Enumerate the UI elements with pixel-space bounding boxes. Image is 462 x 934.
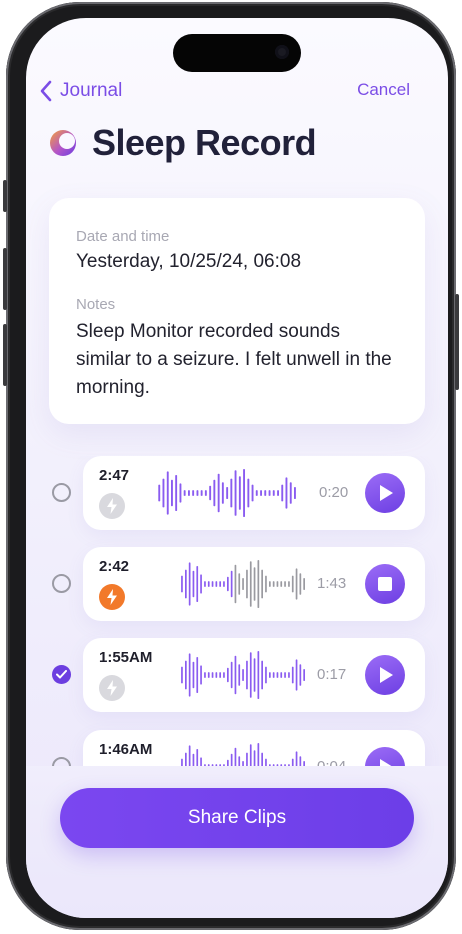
- clip-time: 2:42: [99, 558, 130, 575]
- stop-icon: [378, 577, 392, 591]
- lightning-icon: [99, 584, 125, 610]
- clip-time: 2:47: [99, 467, 130, 484]
- clip-duration: 0:04: [317, 758, 346, 766]
- clip-duration: 1:43: [317, 575, 347, 592]
- clip-duration: 0:17: [317, 666, 347, 683]
- lightning-icon: [99, 675, 125, 701]
- clip-select-radio[interactable]: [52, 757, 71, 766]
- clip-list: 2:47 0:20 2:42 1:43 1:55AM 0:17 1:46AM: [26, 456, 448, 766]
- page-header: Sleep Record: [50, 122, 317, 164]
- clip-row: 2:42 1:43: [26, 547, 448, 623]
- play-icon: [380, 759, 392, 766]
- notes-value: Sleep Monitor recorded sounds similar to…: [76, 321, 392, 398]
- clip-card[interactable]: 2:42 1:43: [83, 547, 425, 621]
- clip-select-radio[interactable]: [52, 665, 71, 684]
- back-button[interactable]: Journal: [40, 80, 122, 102]
- back-label: Journal: [60, 80, 123, 101]
- dynamic-island: [173, 34, 301, 72]
- play-button[interactable]: [365, 747, 405, 766]
- waveform: [181, 651, 305, 699]
- chevron-left-icon: [40, 80, 52, 102]
- play-button[interactable]: [365, 473, 405, 513]
- camera-icon: [275, 45, 289, 59]
- cancel-button[interactable]: Cancel: [357, 80, 410, 100]
- side-button: [455, 294, 459, 390]
- notes-label: Notes: [76, 296, 116, 313]
- clip-card[interactable]: 1:46AM 0:04: [83, 730, 425, 766]
- clip-select-radio[interactable]: [52, 483, 71, 502]
- play-icon: [380, 667, 393, 683]
- waveform: [181, 743, 305, 766]
- date-value: Yesterday, 10/25/24, 06:08: [76, 251, 302, 272]
- waveform: [158, 469, 296, 517]
- lightning-icon: [99, 493, 125, 519]
- clip-row: 1:55AM 0:17: [26, 638, 448, 714]
- clip-duration: 0:20: [319, 484, 349, 501]
- share-clips-button[interactable]: Share Clips: [60, 788, 414, 848]
- checkmark-icon: [56, 670, 67, 679]
- moon-icon: [50, 130, 76, 156]
- clip-card[interactable]: 2:47 0:20: [83, 456, 425, 530]
- home-indicator: [170, 898, 304, 903]
- date-label: Date and time: [76, 228, 170, 245]
- clip-row: 1:46AM 0:04: [26, 730, 448, 766]
- clip-card[interactable]: 1:55AM 0:17: [83, 638, 425, 712]
- clip-time: 1:46AM: [99, 741, 153, 758]
- page-title: Sleep Record: [92, 122, 317, 163]
- volume-up-button: [3, 248, 7, 310]
- clip-row: 2:47 0:20: [26, 456, 448, 532]
- play-icon: [380, 485, 393, 501]
- volume-down-button: [3, 324, 7, 386]
- clip-select-radio[interactable]: [52, 574, 71, 593]
- waveform: [181, 560, 305, 608]
- stop-button[interactable]: [365, 564, 405, 604]
- action-button: [3, 180, 7, 212]
- play-button[interactable]: [365, 655, 405, 695]
- phone-frame: Journal Cancel Sleep Record Date and tim…: [3, 2, 459, 930]
- clip-time: 1:55AM: [99, 649, 153, 666]
- record-details-card: Date and time Yesterday, 10/25/24, 06:08…: [49, 198, 425, 424]
- screen: Journal Cancel Sleep Record Date and tim…: [26, 18, 448, 918]
